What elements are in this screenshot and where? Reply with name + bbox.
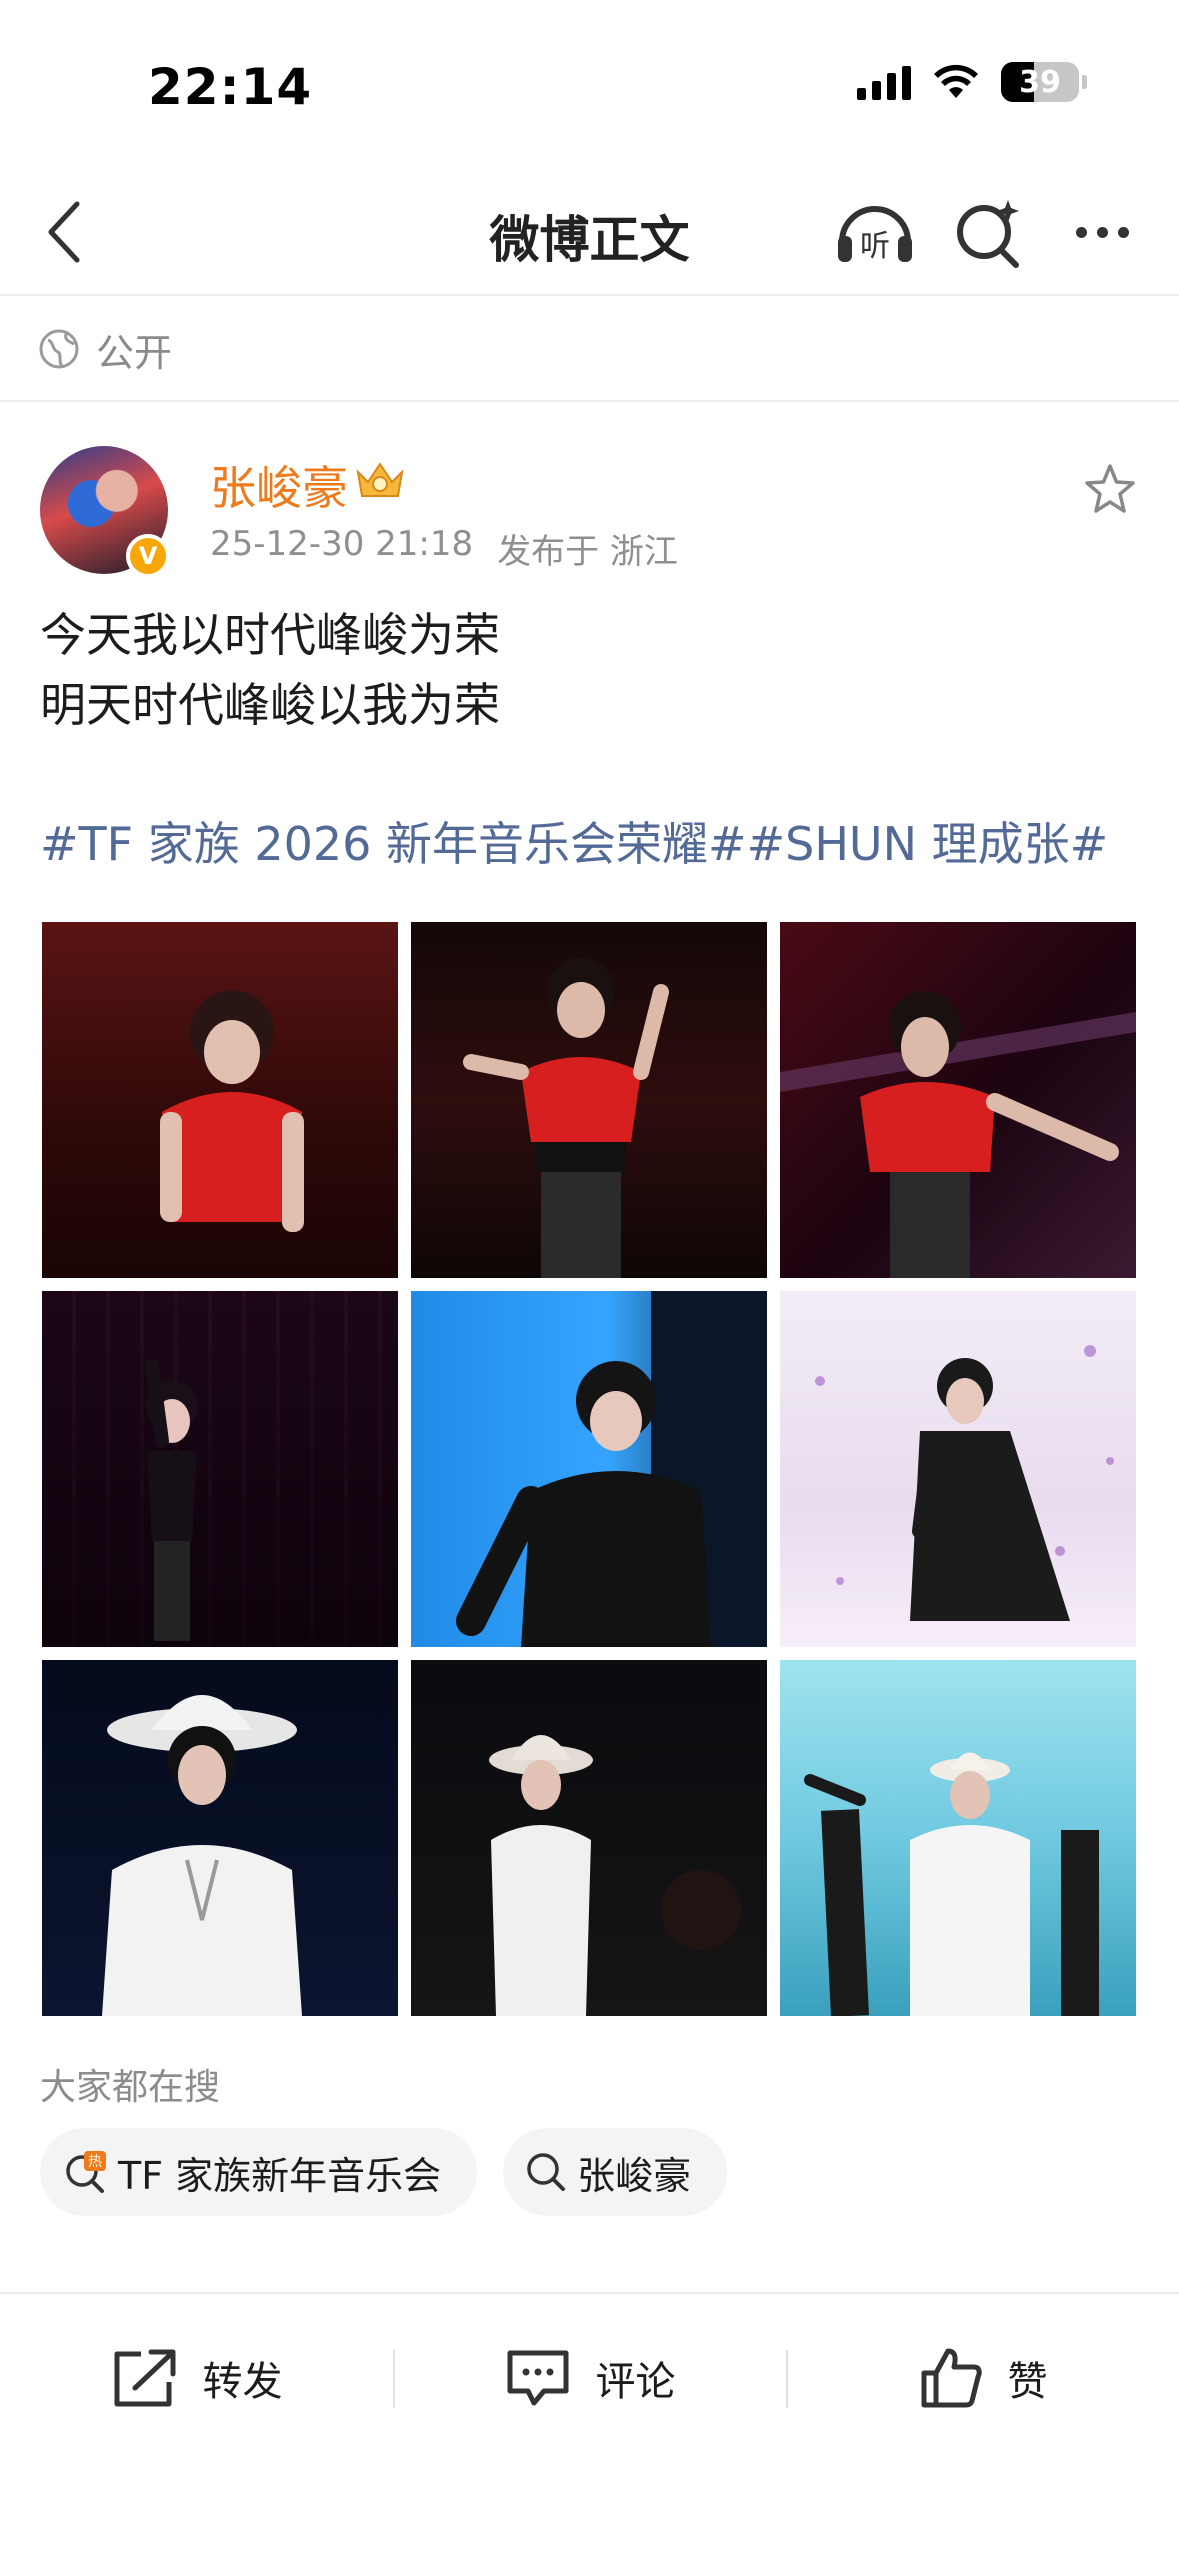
signal-icon	[857, 64, 911, 100]
photo-1[interactable]	[42, 922, 398, 1278]
nav-bar: 微博正文 听	[0, 168, 1179, 296]
more-dots-icon	[1075, 226, 1087, 238]
repost-label: 转发	[202, 2359, 283, 2405]
comment-button[interactable]: 评论	[393, 2294, 786, 2462]
post-time: 25-12-30 21:18	[210, 524, 474, 564]
wifi-icon	[934, 64, 978, 98]
comment-label: 评论	[595, 2359, 676, 2405]
visibility-label: 公开	[96, 330, 173, 375]
hot-search-icon: 热	[66, 2151, 106, 2193]
photo-8[interactable]	[411, 1660, 767, 2016]
post-meta: 25-12-30 21:18 发布于 浙江	[210, 524, 678, 573]
like-button[interactable]: 赞	[786, 2294, 1179, 2462]
repost-button[interactable]: 转发	[0, 2294, 393, 2462]
hashtag-link[interactable]: #TF 家族 2026 新年音乐会荣耀##SHUN 理成张#	[40, 808, 1108, 874]
trending-chip-label: TF 家族新年音乐会	[118, 2153, 442, 2198]
search-icon	[957, 200, 1019, 268]
photo-grid	[42, 922, 1136, 2018]
listen-button[interactable]: 听	[832, 190, 918, 274]
listen-headphones-icon: 听	[838, 206, 912, 264]
photo-5[interactable]	[411, 1291, 767, 1647]
trending-chips: 热 TF 家族新年音乐会 张峻豪	[40, 2128, 728, 2216]
status-bar: 22:14 39	[0, 0, 1179, 160]
photo-3[interactable]	[780, 922, 1136, 1278]
more-button[interactable]	[1064, 190, 1140, 274]
post-line: 今天我以时代峰峻为荣	[40, 608, 500, 662]
photo-9[interactable]	[780, 1660, 1136, 2016]
photo-7[interactable]	[42, 1660, 398, 2016]
battery-icon: 39	[1001, 62, 1087, 102]
search-icon	[527, 2153, 566, 2191]
like-thumb-icon	[921, 2348, 982, 2408]
share-icon	[114, 2349, 175, 2407]
crown-badge-icon[interactable]	[352, 458, 408, 502]
action-bar: 转发 评论 赞	[0, 2292, 1179, 2462]
globe-icon	[39, 329, 79, 369]
battery-level: 39	[1019, 64, 1061, 100]
post-text: 今天我以时代峰峻为荣 明天时代峰峻以我为荣	[40, 600, 500, 740]
photo-2[interactable]	[411, 922, 767, 1278]
post-line: 明天时代峰峻以我为荣	[40, 678, 500, 732]
search-button[interactable]	[950, 190, 1026, 274]
status-icons: 39	[857, 62, 1087, 102]
verified-badge: V	[126, 534, 170, 578]
favorite-button[interactable]	[1080, 460, 1140, 520]
hot-badge: 热	[88, 2154, 102, 2170]
trending-chip-label: 张峻豪	[577, 2153, 692, 2198]
trending-chip[interactable]: 张峻豪	[503, 2128, 728, 2216]
comment-icon	[507, 2350, 568, 2406]
visibility-row: 公开	[0, 298, 1179, 402]
trending-chip[interactable]: 热 TF 家族新年音乐会	[40, 2128, 478, 2216]
like-label: 赞	[1007, 2359, 1048, 2405]
photo-4[interactable]	[42, 1291, 398, 1647]
listen-label: 听	[860, 229, 890, 264]
author-name[interactable]: 张峻豪	[210, 452, 348, 518]
post-location: 发布于 浙江	[497, 532, 678, 572]
star-icon	[1085, 464, 1135, 513]
trending-heading: 大家都在搜	[40, 2067, 221, 2108]
status-time: 22:14	[148, 58, 313, 116]
photo-6[interactable]	[780, 1291, 1136, 1647]
